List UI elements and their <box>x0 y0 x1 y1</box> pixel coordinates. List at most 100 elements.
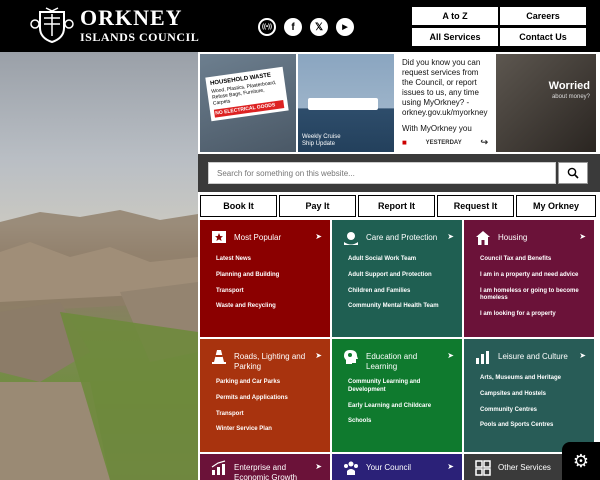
all-services-button[interactable]: All Services <box>412 28 498 46</box>
chevron-right-icon: ➤ <box>579 351 586 360</box>
feed-tile-cruise[interactable]: Weekly Cruise Ship Update <box>298 54 394 152</box>
share-icon[interactable]: ↪ <box>480 137 488 148</box>
link-adult-social-work[interactable]: Adult Social Work Team <box>348 256 458 264</box>
search-icon <box>567 167 579 179</box>
card-education-learning[interactable]: Education and Learning ➤ Community Learn… <box>332 339 462 452</box>
feed-post-time: YESTERDAY <box>425 139 462 146</box>
cruise-ship-image <box>308 98 378 110</box>
house-icon <box>474 230 492 246</box>
feed-tile-myorkney[interactable]: Did you know you can request services fr… <box>396 54 494 152</box>
link-transport-roads[interactable]: Transport <box>216 411 326 419</box>
card-leisure-culture[interactable]: Leisure and Culture ➤ Arts, Museums and … <box>464 339 594 452</box>
card-title: Leisure and Culture <box>498 352 568 361</box>
traffic-cone-icon <box>210 349 228 365</box>
link-homeless[interactable]: I am homeless or going to become homeles… <box>480 288 590 304</box>
chevron-right-icon: ➤ <box>315 232 322 241</box>
facebook-icon[interactable]: f <box>284 18 302 36</box>
careers-button[interactable]: Careers <box>500 7 586 25</box>
feed-post-text: Did you know you can request services fr… <box>402 58 488 117</box>
card-care-protection[interactable]: Care and Protection ➤ Adult Social Work … <box>332 220 462 337</box>
card-title: Housing <box>498 233 528 242</box>
youtube-icon[interactable]: ▶ <box>336 18 354 36</box>
report-it-button[interactable]: Report It <box>358 195 435 217</box>
contact-us-button[interactable]: Contact Us <box>500 28 586 46</box>
search-button[interactable] <box>558 162 588 184</box>
card-your-council[interactable]: Your Council ➤ <box>332 454 462 480</box>
card-title: Your Council <box>366 463 412 472</box>
hero-image <box>0 52 198 480</box>
link-latest-news[interactable]: Latest News <box>216 256 326 264</box>
feed-post-text-continued: With MyOrkney you <box>402 124 472 133</box>
link-adult-support[interactable]: Adult Support and Protection <box>348 272 458 280</box>
feed-post-footer: ■ YESTERDAY ↪ <box>402 137 488 148</box>
x-icon[interactable]: 𝕏 <box>310 18 328 36</box>
chevron-right-icon: ➤ <box>315 351 322 360</box>
worried-subtext: about money? <box>551 94 590 100</box>
link-pools-sports[interactable]: Pools and Sports Centres <box>480 422 590 430</box>
worried-heading: Worried <box>548 80 590 92</box>
book-it-button[interactable]: Book It <box>200 195 277 217</box>
grid-icon <box>474 460 492 476</box>
star-icon <box>210 230 228 246</box>
care-hands-icon <box>342 230 360 246</box>
link-arts-museums[interactable]: Arts, Museums and Heritage <box>480 375 590 383</box>
card-housing[interactable]: Housing ➤ Council Tax and Benefits I am … <box>464 220 594 337</box>
logo-line-1: ORKNEY <box>80 5 183 30</box>
link-property-advice[interactable]: I am in a property and need advice <box>480 272 590 280</box>
chevron-right-icon: ➤ <box>447 351 454 360</box>
education-head-icon <box>342 349 360 365</box>
my-orkney-button[interactable]: My Orkney <box>516 195 596 217</box>
people-icon <box>342 460 360 476</box>
cruise-caption: Weekly Cruise Ship Update <box>302 134 341 148</box>
hero-ruins-image <box>0 210 198 480</box>
feed-tile-waste[interactable]: HOUSEHOLD WASTE Wood, Plastics, Plasterb… <box>200 54 296 152</box>
link-community-learning[interactable]: Community Learning and Development <box>348 379 458 395</box>
council-logo[interactable]: ORKNEY ISLANDS COUNCIL <box>30 6 199 44</box>
cruise-caption-line2: Ship Update <box>302 140 336 147</box>
link-children-families[interactable]: Children and Families <box>348 288 458 296</box>
cruise-caption-line1: Weekly Cruise <box>302 133 341 140</box>
logo-line-2: ISLANDS COUNCIL <box>80 30 200 44</box>
link-council-tax[interactable]: Council Tax and Benefits <box>480 256 590 264</box>
pay-it-button[interactable]: Pay It <box>279 195 356 217</box>
request-it-button[interactable]: Request It <box>437 195 514 217</box>
social-links: ((•)) f 𝕏 ▶ <box>258 18 354 36</box>
link-early-learning[interactable]: Early Learning and Childcare <box>348 403 458 411</box>
chevron-right-icon: ➤ <box>315 462 322 471</box>
link-schools[interactable]: Schools <box>348 418 458 426</box>
broadcast-icon[interactable]: ((•)) <box>258 18 276 36</box>
card-most-popular[interactable]: Most Popular ➤ Latest News Planning and … <box>200 220 330 337</box>
link-planning-building[interactable]: Planning and Building <box>216 272 326 280</box>
chevron-right-icon: ➤ <box>447 232 454 241</box>
card-title: Education and Learning <box>366 352 418 372</box>
gear-icon: ⚙ <box>572 450 590 471</box>
link-permits[interactable]: Permits and Applications <box>216 395 326 403</box>
link-parking-car-parks[interactable]: Parking and Car Parks <box>216 379 326 387</box>
link-mental-health[interactable]: Community Mental Health Team <box>348 303 458 311</box>
card-enterprise-growth[interactable]: Enterprise and Economic Growth ➤ <box>200 454 330 480</box>
card-title: Care and Protection <box>366 233 438 242</box>
link-looking-property[interactable]: I am looking for a property <box>480 311 590 319</box>
link-campsites[interactable]: Campsites and Hostels <box>480 391 590 399</box>
cookie-settings-button[interactable]: ⚙ <box>562 442 600 480</box>
card-title: Roads, Lighting and Parking <box>234 352 306 372</box>
link-winter-service[interactable]: Winter Service Plan <box>216 426 326 434</box>
a-to-z-button[interactable]: A to Z <box>412 7 498 25</box>
site-header: ORKNEY ISLANDS COUNCIL ((•)) f 𝕏 ▶ A to … <box>0 0 600 52</box>
chevron-right-icon: ➤ <box>447 462 454 471</box>
card-title: Enterprise and Economic Growth <box>234 463 298 480</box>
social-feed-strip: HOUSEHOLD WASTE Wood, Plastics, Plasterb… <box>198 52 600 154</box>
main-content: HOUSEHOLD WASTE Wood, Plastics, Plasterb… <box>198 52 600 480</box>
card-roads-lighting-parking[interactable]: Roads, Lighting and Parking ➤ Parking an… <box>200 339 330 452</box>
link-waste-recycling[interactable]: Waste and Recycling <box>216 303 326 311</box>
link-community-centres[interactable]: Community Centres <box>480 407 590 415</box>
link-transport[interactable]: Transport <box>216 288 326 296</box>
crest-icon <box>30 7 74 44</box>
leisure-chart-icon <box>474 349 492 365</box>
search-input[interactable] <box>208 162 556 184</box>
chevron-right-icon: ➤ <box>579 232 586 241</box>
feed-source-icon: ■ <box>402 138 407 147</box>
card-title: Most Popular <box>234 233 282 242</box>
growth-chart-icon <box>210 460 228 476</box>
feed-tile-worried[interactable]: Worried about money? <box>496 54 596 152</box>
